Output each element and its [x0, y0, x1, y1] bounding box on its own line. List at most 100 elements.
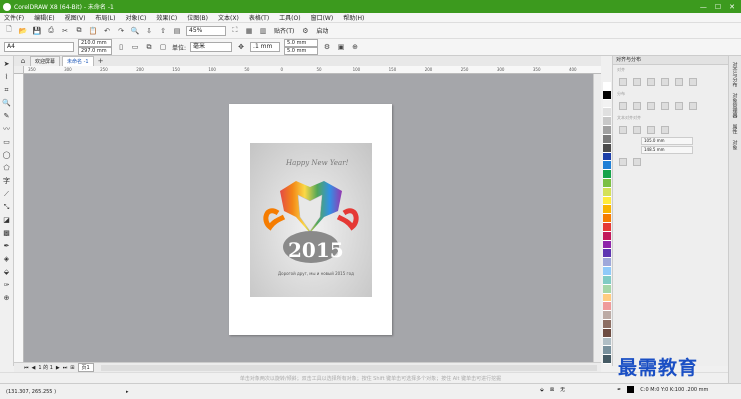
options-gear-icon[interactable]: ⚙: [300, 26, 310, 36]
align-center-v-icon[interactable]: [675, 78, 683, 86]
snap-to-button[interactable]: 贴齐(T): [272, 26, 296, 35]
menu-item-3[interactable]: 布局(L): [95, 13, 115, 22]
parallel-dimension-icon[interactable]: ⟋: [2, 190, 11, 199]
import-icon[interactable]: ⇩: [144, 26, 154, 36]
close-button[interactable]: ✕: [729, 3, 735, 11]
options-gear-icon[interactable]: ⚙: [322, 42, 332, 52]
menu-item-8[interactable]: 表格(T): [249, 13, 269, 22]
all-pages-icon[interactable]: ⧉: [144, 42, 154, 52]
use-outline-icon[interactable]: [619, 158, 627, 166]
portrait-icon[interactable]: ▯: [116, 42, 126, 52]
palette-swatch[interactable]: [603, 258, 611, 268]
palette-swatch[interactable]: [603, 275, 611, 285]
minimize-button[interactable]: —: [700, 3, 707, 11]
ruler-origin[interactable]: [14, 66, 24, 74]
align-to-page-edge-icon[interactable]: [633, 126, 641, 134]
zoom-tool-icon[interactable]: 🔍: [2, 99, 11, 108]
last-page-icon[interactable]: ⏭: [63, 365, 68, 371]
page-height-field[interactable]: 297.0 mm: [78, 47, 112, 55]
palette-swatch[interactable]: [603, 328, 611, 338]
palette-swatch[interactable]: [603, 90, 611, 100]
shape-tool-icon[interactable]: ⌇: [2, 73, 11, 82]
menu-item-9[interactable]: 工具(O): [279, 13, 300, 22]
new-year-artwork[interactable]: Happy New Year! 2015 Дорогой друг, мы и …: [250, 143, 372, 297]
palette-swatch[interactable]: [603, 337, 611, 347]
palette-swatch[interactable]: [603, 134, 611, 144]
palette-swatch[interactable]: [603, 284, 611, 294]
prev-page-icon[interactable]: ◀: [32, 365, 36, 371]
redo-icon[interactable]: ↷: [116, 26, 126, 36]
palette-swatch[interactable]: [603, 223, 611, 232]
menu-item-0[interactable]: 文件(F): [4, 13, 24, 22]
menu-item-6[interactable]: 位图(B): [187, 13, 208, 22]
palette-swatch[interactable]: [603, 108, 611, 118]
outline-pen-icon[interactable]: ✑: [2, 281, 11, 290]
add-icon[interactable]: ⊕: [350, 42, 360, 52]
full-screen-icon[interactable]: ⛶: [230, 26, 240, 36]
menu-item-4[interactable]: 对象(C): [125, 13, 146, 22]
palette-swatch[interactable]: [603, 302, 611, 312]
palette-swatch[interactable]: [603, 205, 611, 215]
open-icon[interactable]: 📂: [18, 26, 28, 36]
side-tab-properties[interactable]: 属性: [732, 124, 739, 134]
landscape-icon[interactable]: ▭: [130, 42, 140, 52]
copy-icon[interactable]: ⧉: [74, 26, 84, 36]
palette-swatch[interactable]: [603, 152, 611, 162]
side-tab-object-manager[interactable]: 对象管理器: [732, 93, 739, 118]
align-center-h-icon[interactable]: [633, 78, 641, 86]
new-document-icon[interactable]: 🗋: [4, 25, 14, 36]
show-grid-icon[interactable]: ▥: [258, 26, 268, 36]
palette-swatch[interactable]: [603, 187, 611, 197]
transparency-tool-icon[interactable]: ▩: [2, 229, 11, 238]
side-tab-align[interactable]: 对齐与分布: [732, 62, 739, 87]
palette-swatch[interactable]: [603, 178, 611, 188]
page-options-icon[interactable]: ▣: [336, 42, 346, 52]
launch-button[interactable]: 启动: [314, 26, 330, 35]
align-left-icon[interactable]: [619, 78, 627, 86]
align-y-field[interactable]: 148.5 mm: [641, 146, 693, 154]
align-right-icon[interactable]: [647, 78, 655, 86]
vertical-scrollbar[interactable]: [593, 74, 601, 362]
eyedropper-icon[interactable]: ✒: [2, 242, 11, 251]
undo-icon[interactable]: ↶: [102, 26, 112, 36]
new-tab-icon[interactable]: +: [96, 56, 106, 66]
palette-swatch[interactable]: [603, 126, 611, 135]
palette-swatch[interactable]: [603, 196, 611, 206]
palette-swatch[interactable]: [603, 143, 611, 153]
page-size-select[interactable]: A4: [4, 42, 74, 52]
palette-swatch[interactable]: [603, 319, 611, 329]
menu-item-7[interactable]: 文本(X): [218, 13, 239, 22]
align-to-grid-icon[interactable]: [661, 126, 669, 134]
artistic-media-icon[interactable]: 〰: [2, 125, 11, 134]
text-tool-icon[interactable]: 字: [2, 177, 11, 186]
show-rulers-icon[interactable]: ▦: [244, 26, 254, 36]
distribute-top-icon[interactable]: [675, 102, 683, 110]
palette-swatch[interactable]: [603, 355, 611, 364]
page-a4[interactable]: Happy New Year! 2015 Дорогой друг, мы и …: [229, 104, 392, 335]
horizontal-scrollbar[interactable]: [100, 364, 597, 371]
fill-icon[interactable]: ⬙: [540, 387, 544, 393]
distribute-spacing-icon[interactable]: [647, 102, 655, 110]
duplicate-y-field[interactable]: 5.0 mm: [284, 47, 319, 55]
menu-item-10[interactable]: 窗口(W): [311, 13, 334, 22]
search-content-icon[interactable]: 🔍: [130, 26, 140, 36]
menu-item-2[interactable]: 视图(V): [65, 13, 86, 22]
freehand-tool-icon[interactable]: ✎: [2, 112, 11, 121]
tab-untitled-1[interactable]: 未命名 -1: [62, 56, 94, 66]
interactive-fill-icon[interactable]: ◈: [2, 255, 11, 264]
side-tab-objects[interactable]: 对象: [732, 140, 739, 150]
print-icon[interactable]: ⎙: [46, 26, 56, 36]
nudge-distance-field[interactable]: .1 mm: [250, 42, 281, 52]
palette-swatch[interactable]: [603, 240, 611, 250]
palette-swatch[interactable]: [603, 267, 611, 276]
menu-item-11[interactable]: 帮助(H): [343, 13, 364, 22]
page-tab-1[interactable]: 页1: [77, 363, 94, 372]
home-icon[interactable]: ⌂: [18, 56, 28, 66]
ellipse-tool-icon[interactable]: ◯: [2, 151, 11, 160]
tab-welcome-screen[interactable]: 欢迎屏幕: [30, 56, 61, 66]
palette-swatch[interactable]: [603, 346, 611, 356]
palette-swatch[interactable]: [603, 117, 611, 127]
duplicate-x-field[interactable]: 5.0 mm: [284, 39, 319, 47]
menu-item-5[interactable]: 效果(C): [156, 13, 177, 22]
palette-swatch[interactable]: [603, 170, 611, 179]
